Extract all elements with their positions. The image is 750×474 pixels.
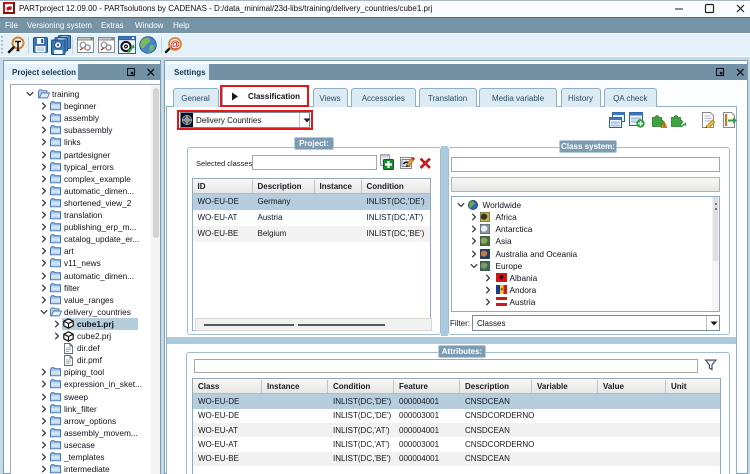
svg-text:@: @ xyxy=(170,39,180,50)
